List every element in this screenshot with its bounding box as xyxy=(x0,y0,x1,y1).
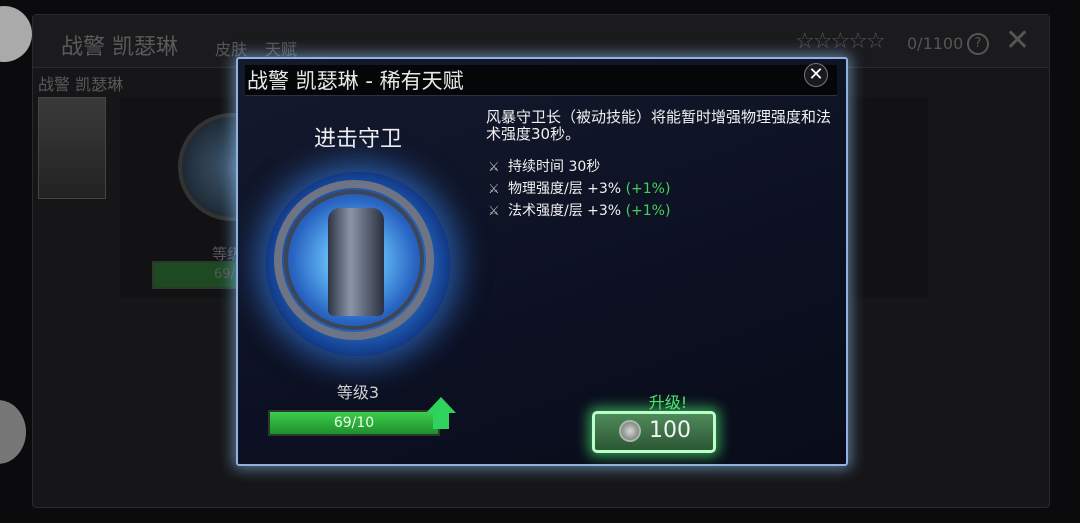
stat-label: 持续时间 30秒 xyxy=(508,159,601,175)
stat-physical: ⚔ 物理强度/层 +3% (+1%) xyxy=(488,178,670,198)
hero-name: 战警 凯瑟琳 xyxy=(38,75,124,94)
menu-button[interactable] xyxy=(0,6,32,62)
talent-emblem xyxy=(284,190,424,330)
upgrade-label: 升级! xyxy=(648,393,688,412)
upgrade-cost: 100 xyxy=(649,418,691,443)
sword-icon: ⚔ xyxy=(488,182,500,197)
progress-bar: 69/10 xyxy=(268,410,440,436)
gauntlet-icon xyxy=(328,208,384,316)
stat-label: 法术强度/层 +3% xyxy=(508,203,622,219)
background-title: 战警 凯瑟琳 xyxy=(61,35,178,60)
background-close-icon[interactable]: ✕ xyxy=(1005,23,1030,58)
stat-label: 物理强度/层 +3% xyxy=(508,181,622,197)
dialog-title: 战警 凯瑟琳 - 稀有天赋 xyxy=(247,69,464,93)
sword-icon: ⚔ xyxy=(488,204,500,219)
talent-description: 风暴守卫长（被动技能）将能暂时增强物理强度和法术强度30秒。 xyxy=(486,108,832,143)
upgrade-button[interactable]: 100 xyxy=(592,411,716,453)
talent-coin-icon xyxy=(619,420,641,442)
dialog-header: 战警 凯瑟琳 - 稀有天赋 xyxy=(245,65,837,96)
stat-magic: ⚔ 法术强度/层 +3% (+1%) xyxy=(488,200,670,220)
talent-icon xyxy=(266,172,450,356)
star-count: 0/1100 xyxy=(907,34,964,53)
star-rating: ☆☆☆☆☆ xyxy=(795,29,886,54)
hero-portrait[interactable] xyxy=(38,97,106,199)
level-up-arrow-stem xyxy=(433,411,449,429)
stat-bonus: (+1%) xyxy=(625,203,671,219)
stat-duration: ⚔ 持续时间 30秒 xyxy=(488,156,600,176)
progress-text: 69/10 xyxy=(333,415,375,431)
stat-bonus: (+1%) xyxy=(625,181,671,197)
talent-name: 进击守卫 xyxy=(313,127,402,152)
talent-dialog: 战警 凯瑟琳 - 稀有天赋 ✕ 进击守卫 等级3 69/10 风暴守卫长（被动技… xyxy=(236,57,848,466)
help-icon[interactable]: ? xyxy=(967,33,989,55)
background-progress-text: 69/ xyxy=(214,267,235,282)
close-icon[interactable]: ✕ xyxy=(804,63,828,87)
avatar[interactable] xyxy=(0,400,26,464)
sword-icon: ⚔ xyxy=(488,160,500,175)
